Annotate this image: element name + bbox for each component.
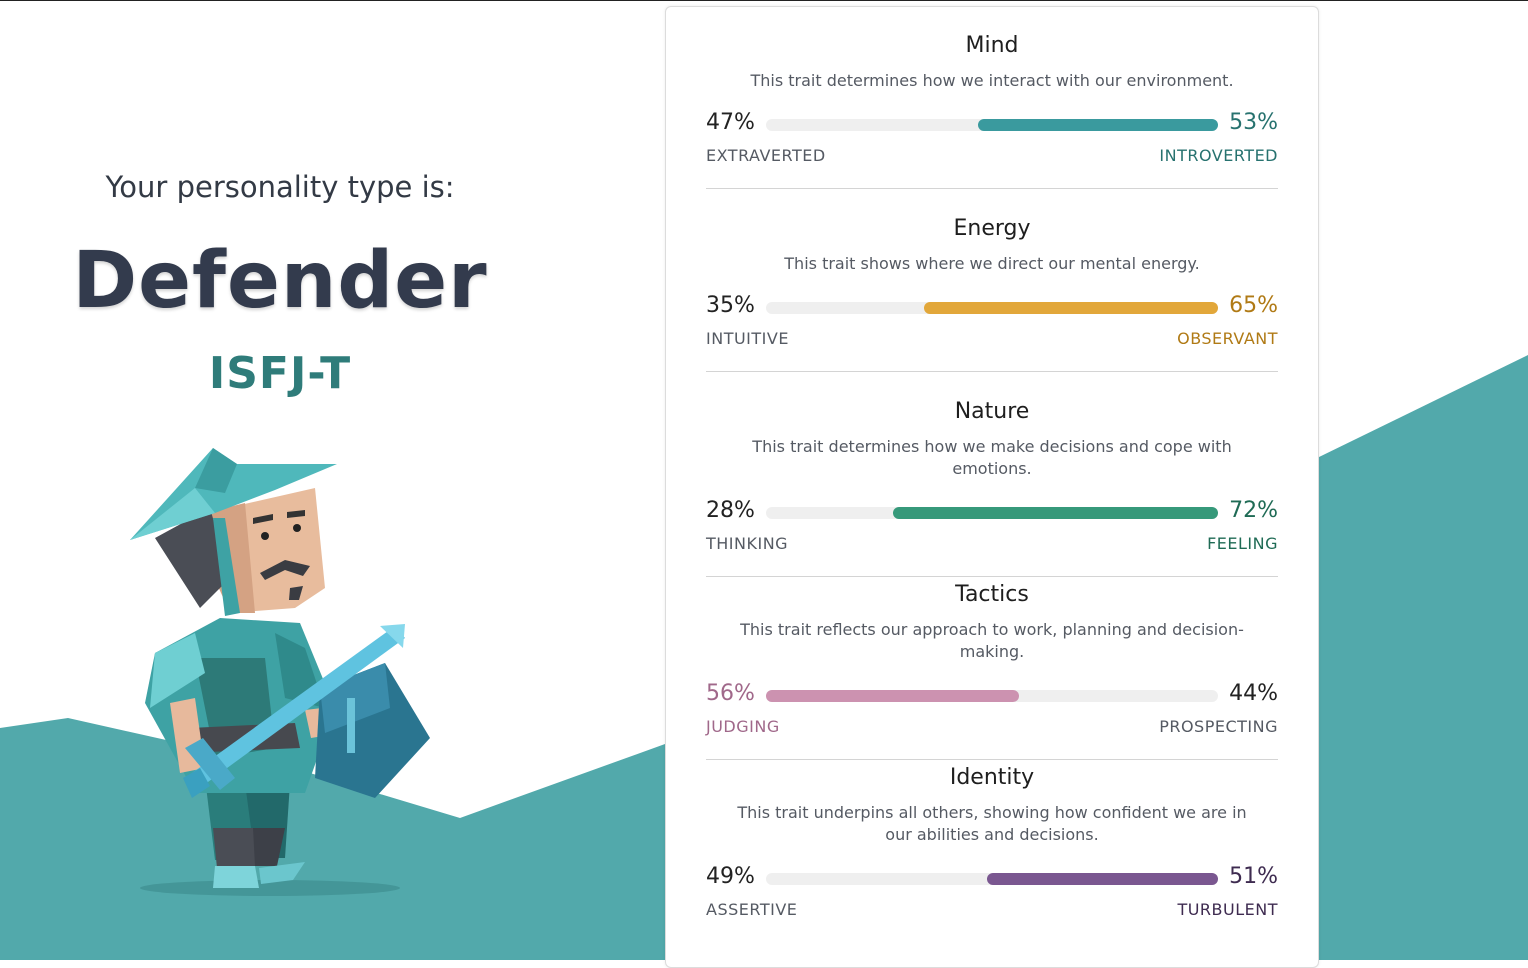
result-panel: Your personality type is: Defender ISFJ-…: [0, 0, 560, 960]
trait-bar-track: [766, 507, 1218, 519]
left-label: EXTRAVERTED: [706, 146, 826, 165]
trait-energy: Energy This trait shows where we direct …: [706, 216, 1278, 372]
trait-bar-track: [766, 873, 1218, 885]
right-percent: 65%: [1229, 293, 1278, 318]
right-percent: 53%: [1229, 110, 1278, 135]
intro-text: Your personality type is:: [105, 170, 455, 204]
personality-type-code: ISFJ-T: [208, 348, 352, 399]
trait-bar-track: [766, 690, 1218, 702]
trait-tactics: Tactics This trait reflects our approach…: [706, 582, 1278, 760]
right-percent: 72%: [1229, 498, 1278, 523]
left-label: INTUITIVE: [706, 329, 789, 348]
trait-title: Energy: [953, 216, 1031, 241]
right-label: OBSERVANT: [1177, 329, 1278, 348]
trait-nature: Nature This trait determines how we make…: [706, 399, 1278, 577]
divider: [706, 188, 1278, 189]
trait-bar-fill: [924, 302, 1218, 314]
trait-bar-row: 49% 51%: [706, 864, 1278, 894]
trait-labels: ASSERTIVE TURBULENT: [706, 900, 1278, 922]
divider: [706, 759, 1278, 760]
trait-description: This trait reflects our approach to work…: [740, 620, 1244, 661]
trait-bar-row: 47% 53%: [706, 110, 1278, 140]
left-percent: 28%: [706, 498, 755, 523]
divider: [706, 371, 1278, 372]
right-label: INTROVERTED: [1159, 146, 1278, 165]
left-percent: 47%: [706, 110, 755, 135]
trait-description: This trait determines how we make decisi…: [752, 437, 1232, 478]
trait-title: Nature: [954, 399, 1030, 424]
trait-labels: EXTRAVERTED INTROVERTED: [706, 146, 1278, 168]
trait-title: Identity: [949, 765, 1035, 790]
trait-labels: JUDGING PROSPECTING: [706, 717, 1278, 739]
right-percent: 51%: [1229, 864, 1278, 889]
left-percent: 56%: [706, 681, 755, 706]
trait-title: Tactics: [955, 582, 1029, 607]
trait-bar-fill: [987, 873, 1218, 885]
right-label: FEELING: [1207, 534, 1278, 553]
trait-bar-row: 35% 65%: [706, 293, 1278, 323]
left-label: JUDGING: [706, 717, 780, 736]
trait-mind: Mind This trait determines how we intera…: [706, 33, 1278, 189]
trait-bar-track: [766, 302, 1218, 314]
trait-bar-row: 28% 72%: [706, 498, 1278, 528]
left-label: THINKING: [706, 534, 789, 553]
right-label: TURBULENT: [1177, 900, 1278, 919]
trait-description: This trait determines how we interact wi…: [750, 71, 1234, 90]
trait-description: This trait underpins all others, showing…: [737, 803, 1247, 844]
trait-bar-row: 56% 44%: [706, 681, 1278, 711]
trait-labels: THINKING FEELING: [706, 534, 1278, 556]
trait-title: Mind: [965, 33, 1019, 58]
trait-bar-fill: [892, 507, 1218, 519]
trait-description: This trait shows where we direct our men…: [784, 254, 1200, 273]
right-percent: 44%: [1229, 681, 1278, 706]
left-percent: 49%: [706, 864, 755, 889]
right-label: PROSPECTING: [1159, 717, 1278, 736]
traits-card: Mind This trait determines how we intera…: [665, 6, 1319, 968]
defender-illustration: [130, 448, 430, 896]
trait-identity: Identity This trait underpins all others…: [706, 765, 1278, 922]
trait-bar-fill: [766, 690, 1020, 702]
trait-bar-track: [766, 119, 1218, 131]
trait-labels: INTUITIVE OBSERVANT: [706, 329, 1278, 351]
personality-type-name: Defender: [72, 236, 488, 326]
left-label: ASSERTIVE: [706, 900, 798, 919]
trait-bar-fill: [978, 119, 1218, 131]
divider: [706, 576, 1278, 577]
left-percent: 35%: [706, 293, 755, 318]
